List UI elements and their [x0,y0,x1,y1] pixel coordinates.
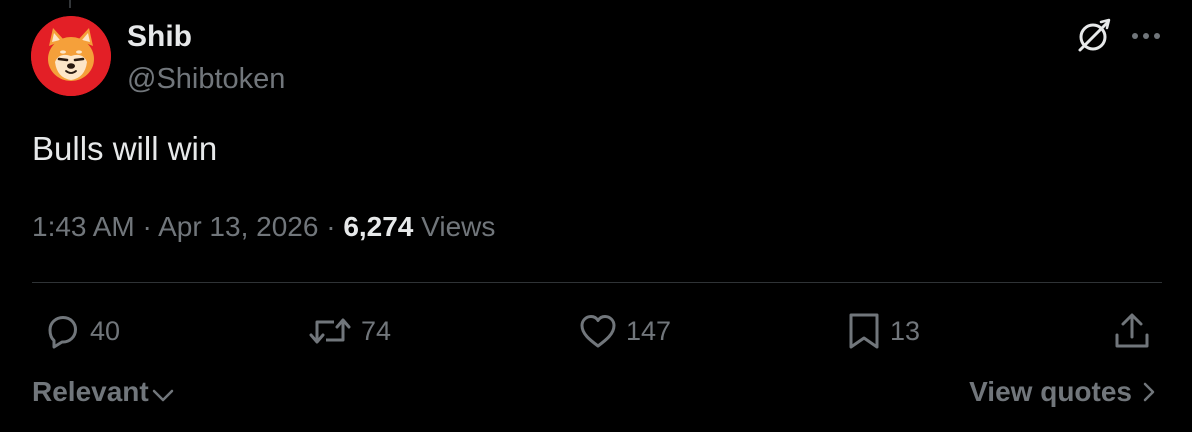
view-quotes-link[interactable]: View quotes [969,376,1158,408]
reply-button[interactable]: 40 [42,310,120,352]
repost-button[interactable]: 74 [307,310,391,352]
view-quotes-label: View quotes [969,376,1132,407]
divider [32,282,1162,283]
tweet-top-actions [1074,16,1162,56]
reply-count: 40 [90,315,121,346]
like-count: 147 [626,315,672,346]
grok-icon[interactable] [1074,16,1114,56]
tweet-meta: 1:43 AM · Apr 13, 2026 · 6,274 Views [32,209,495,245]
meta-separator: · [326,211,336,242]
shiba-inu-avatar-icon [31,16,111,96]
like-button[interactable]: 147 [578,310,671,352]
avatar[interactable] [31,16,111,96]
sort-label: Relevant [32,376,149,407]
reply-icon [48,316,77,349]
share-icon [1115,313,1149,348]
author-handle[interactable]: @Shibtoken [127,62,285,96]
bookmark-button[interactable]: 13 [846,310,920,352]
author-display-name[interactable]: Shib [127,20,285,54]
thread-connector-line [69,0,71,8]
sort-replies-dropdown[interactable]: Relevant [32,376,175,408]
bookmark-icon [849,313,879,349]
repost-icon [309,318,351,344]
chevron-down-icon [152,389,173,402]
heart-icon [580,315,616,348]
views-label: Views [421,211,496,242]
views-count: 6,274 [343,211,414,242]
author-names: Shib @Shibtoken [127,20,285,96]
bookmark-count: 13 [890,315,921,346]
tweet-time[interactable]: 1:43 AM [32,211,135,242]
more-options-icon[interactable] [1130,16,1162,56]
tweet-header: Shib @Shibtoken [31,16,285,96]
meta-separator: · [142,211,152,242]
tweet-text: Bulls will win [32,130,218,167]
tweet-date[interactable]: Apr 13, 2026 [158,211,318,242]
repost-count: 74 [361,315,392,346]
share-button[interactable] [1112,310,1152,352]
chevron-right-icon [1143,382,1155,402]
